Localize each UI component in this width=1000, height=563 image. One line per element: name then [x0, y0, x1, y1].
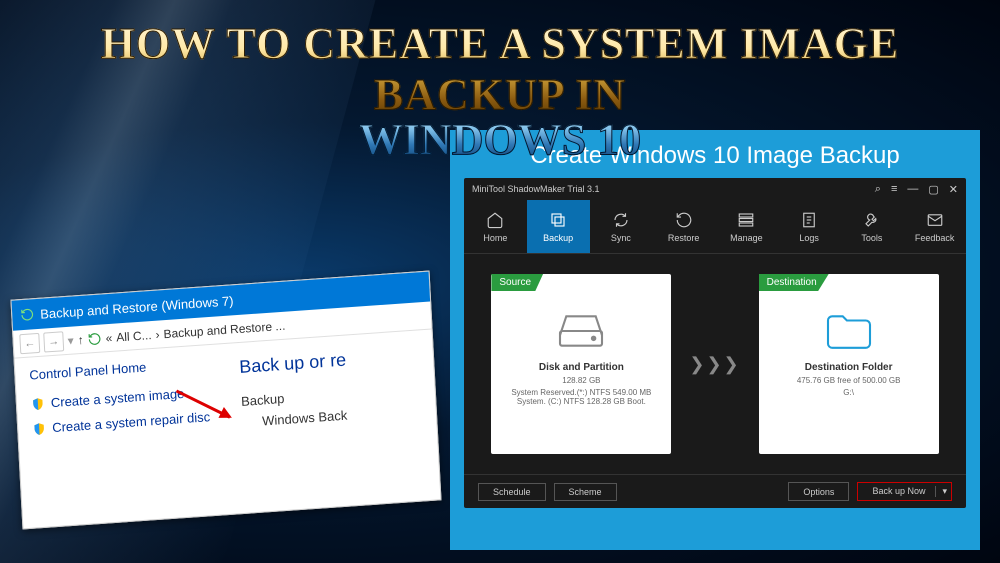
toolbar-sync[interactable]: Sync [590, 200, 653, 253]
destination-card[interactable]: Destination Destination Folder 475.76 GB… [759, 274, 939, 454]
toolbar-logs[interactable]: Logs [778, 200, 841, 253]
toolbar-feedback[interactable]: Feedback [903, 200, 966, 253]
breadcrumb-chevron: › [155, 327, 160, 341]
breadcrumb-item[interactable]: Backup and Restore ... [163, 318, 286, 340]
create-repair-disc-link[interactable]: Create a system repair disc [32, 409, 212, 437]
options-button[interactable]: Options [788, 482, 849, 501]
minimize-button[interactable]: — [907, 183, 918, 196]
manage-icon [737, 211, 755, 229]
disk-icon [555, 310, 607, 352]
scheme-button[interactable]: Scheme [554, 483, 617, 501]
control-panel-sidebar: Control Panel Home Create a system image… [29, 355, 213, 450]
destination-card-header: Destination [759, 274, 829, 291]
minitool-frame: Create Windows 10 Image Backup MiniTool … [450, 130, 980, 550]
backup-restore-icon [87, 331, 102, 346]
schedule-button[interactable]: Schedule [478, 483, 546, 501]
folder-icon [823, 310, 875, 352]
app-toolbar: Home Backup Sync Restore Manage Logs [464, 200, 966, 254]
sync-icon [612, 211, 630, 229]
nav-up-button[interactable]: ↑ [77, 332, 84, 346]
minitool-app-window: MiniTool ShadowMaker Trial 3.1 ⌕ ≡ — ▢ ✕… [464, 178, 966, 508]
source-title: Disk and Partition [539, 362, 624, 373]
window-controls: ⌕ ≡ — ▢ ✕ [875, 183, 958, 196]
toolbar-backup[interactable]: Backup [527, 200, 590, 253]
home-icon [486, 211, 504, 229]
page-title-block: HOW TO CREATE A SYSTEM IMAGE BACKUP IN W… [0, 0, 1000, 165]
backup-now-label: Back up Now [872, 486, 936, 497]
link-label: Create a system image [51, 386, 185, 410]
backup-icon [549, 211, 567, 229]
breadcrumb-sep: « [105, 330, 112, 344]
destination-title: Destination Folder [805, 362, 893, 373]
shield-icon [32, 421, 47, 436]
create-system-image-link[interactable]: Create a system image [31, 384, 211, 412]
logs-icon [800, 211, 818, 229]
app-titlebar: MiniTool ShadowMaker Trial 3.1 ⌕ ≡ — ▢ ✕ [464, 178, 966, 200]
restore-icon [675, 211, 693, 229]
control-panel-main: Back up or re Backup Windows Back [239, 346, 350, 436]
menu-icon[interactable]: ≡ [891, 183, 897, 196]
toolbar-restore[interactable]: Restore [652, 200, 715, 253]
source-size: 128.82 GB [554, 376, 608, 385]
source-card[interactable]: Source Disk and Partition 128.82 GB Syst… [491, 274, 671, 454]
tools-icon [863, 211, 881, 229]
app-main-area: Source Disk and Partition 128.82 GB Syst… [464, 254, 966, 474]
control-panel-window: Backup and Restore (Windows 7) ← → ▾ ↑ «… [10, 271, 441, 530]
source-card-header: Source [491, 274, 543, 291]
backup-status: Windows Back [262, 407, 350, 428]
search-icon[interactable]: ⌕ [875, 183, 881, 196]
chevron-down-icon[interactable]: ▾ [936, 486, 947, 497]
close-button[interactable]: ✕ [949, 183, 958, 196]
nav-back-button[interactable]: ← [19, 332, 40, 353]
title-line-2: WINDOWS 10 [0, 114, 1000, 165]
destination-detail: G:\ [835, 388, 862, 397]
app-footer: Schedule Scheme Options Back up Now ▾ [464, 474, 966, 508]
maximize-button[interactable]: ▢ [928, 183, 938, 196]
breadcrumb-item[interactable]: All C... [116, 328, 152, 344]
backup-restore-icon [20, 307, 35, 322]
backup-now-button[interactable]: Back up Now ▾ [857, 482, 952, 501]
shield-icon [31, 396, 46, 411]
toolbar-tools[interactable]: Tools [841, 200, 904, 253]
source-detail: System Reserved.(*:) NTFS 549.00 MB Syst… [491, 388, 671, 406]
toolbar-home[interactable]: Home [464, 200, 527, 253]
section-heading: Back up or re [239, 350, 347, 378]
arrows-icon: ❯❯❯ [689, 354, 740, 375]
feedback-icon [926, 211, 944, 229]
nav-forward-button[interactable]: → [43, 331, 64, 352]
link-label: Create a system repair disc [52, 409, 211, 435]
toolbar-manage[interactable]: Manage [715, 200, 778, 253]
app-title: MiniTool ShadowMaker Trial 3.1 [472, 184, 600, 194]
title-line-1: HOW TO CREATE A SYSTEM IMAGE BACKUP IN [0, 18, 1000, 120]
destination-size: 475.76 GB free of 500.00 GB [789, 376, 909, 385]
control-panel-home-link[interactable]: Control Panel Home [29, 355, 209, 383]
backup-label: Backup [241, 386, 349, 408]
